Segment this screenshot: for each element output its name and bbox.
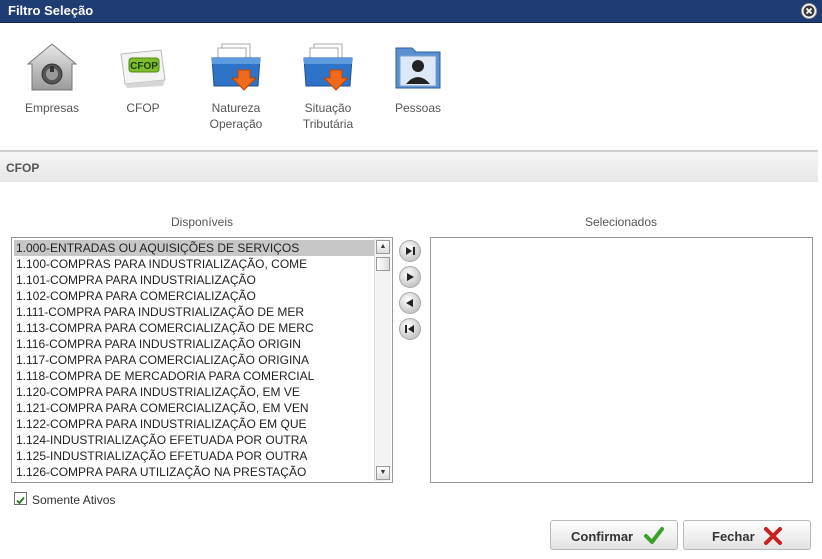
scroll-up-icon[interactable]: ▲: [376, 240, 390, 254]
available-header: Disponíveis: [170, 215, 234, 229]
check-icon: [644, 527, 664, 544]
folder-download-icon: [300, 40, 356, 96]
toolbar-label-cfop: CFOP: [126, 101, 160, 115]
close-button-label: Fechar: [712, 529, 755, 544]
list-item[interactable]: 1.124-INDUSTRIALIZAÇÃO EFETUADA POR OUTR…: [14, 432, 374, 448]
confirm-button-label: Confirmar: [571, 529, 634, 544]
scroll-down-icon[interactable]: ▼: [376, 466, 390, 480]
section-header: CFOP: [0, 150, 818, 182]
list-item[interactable]: 1.000-ENTRADAS OU AQUISIÇÕES DE SERVIÇOS: [14, 240, 374, 256]
list-item[interactable]: 1.102-COMPRA PARA COMERCIALIZAÇÃO: [14, 288, 374, 304]
list-item[interactable]: 1.126-COMPRA PARA UTILIZAÇÃO NA PRESTAÇÃ…: [14, 464, 374, 480]
folder-download-icon: [208, 40, 264, 96]
toolbar-label-natureza-operacao: Natureza Operação: [209, 101, 263, 131]
selected-header: Selecionados: [584, 215, 658, 229]
checkmark-icon: [16, 496, 25, 505]
list-item[interactable]: 1.111-COMPRA PARA INDUSTRIALIZAÇÃO DE ME…: [14, 304, 374, 320]
lock-building-icon: [24, 40, 80, 96]
close-window-icon[interactable]: [801, 3, 817, 19]
toolbar-label-empresas: Empresas: [24, 101, 80, 115]
toolbar-situacao-tributaria[interactable]: Situação Tributária: [288, 40, 368, 132]
confirm-button[interactable]: Confirmar: [550, 520, 678, 550]
somente-ativos-label: Somente Ativos: [32, 493, 116, 507]
list-item[interactable]: 1.116-COMPRA PARA INDUSTRIALIZAÇÃO ORIGI…: [14, 336, 374, 352]
close-button[interactable]: Fechar: [683, 520, 811, 550]
list-item[interactable]: 1.122-COMPRA PARA INDUSTRIALIZAÇÃO EM QU…: [14, 416, 374, 432]
list-item[interactable]: 1.117-COMPRA PARA COMERCIALIZAÇÃO ORIGIN…: [14, 352, 374, 368]
title-bar: Filtro Seleção: [0, 0, 822, 23]
list-item[interactable]: 1.113-COMPRA PARA COMERCIALIZAÇÃO DE MER…: [14, 320, 374, 336]
section-title: CFOP: [6, 161, 40, 175]
move-right-button[interactable]: [399, 266, 421, 288]
list-item[interactable]: 1.118-COMPRA DE MERCADORIA PARA COMERCIA…: [14, 368, 374, 384]
selected-listbox[interactable]: [430, 237, 813, 483]
person-folder-icon: [390, 40, 446, 96]
list-item[interactable]: 1.100-COMPRAS PARA INDUSTRIALIZAÇÃO, COM…: [14, 256, 374, 272]
toolbar-pessoas[interactable]: Pessoas: [378, 40, 458, 116]
move-all-left-button[interactable]: [399, 318, 421, 340]
move-all-right-button[interactable]: [399, 240, 421, 262]
available-listbox[interactable]: 1.000-ENTRADAS OU AQUISIÇÕES DE SERVIÇOS…: [11, 237, 393, 483]
x-icon: [764, 527, 782, 545]
list-item[interactable]: 1.120-COMPRA PARA INDUSTRIALIZAÇÃO, EM V…: [14, 384, 374, 400]
toolbar-cfop[interactable]: CFOP CFOP: [103, 40, 183, 116]
svg-text:CFOP: CFOP: [130, 61, 158, 72]
somente-ativos-checkbox[interactable]: [14, 492, 27, 505]
move-all-right-icon: [406, 247, 415, 255]
list-item[interactable]: 1.125-INDUSTRIALIZAÇÃO EFETUADA POR OUTR…: [14, 448, 374, 464]
toolbar-natureza-operacao[interactable]: Natureza Operação: [196, 40, 276, 132]
move-right-icon: [407, 273, 414, 281]
list-item[interactable]: 1.121-COMPRA PARA COMERCIALIZAÇÃO, EM VE…: [14, 400, 374, 416]
toolbar-label-situacao-tributaria: Situação Tributária: [302, 101, 354, 131]
window-title: Filtro Seleção: [8, 3, 94, 18]
list-item[interactable]: 1.101-COMPRA PARA INDUSTRIALIZAÇÃO: [14, 272, 374, 288]
move-left-button[interactable]: [399, 292, 421, 314]
available-scrollbar[interactable]: ▲ ▼: [374, 239, 391, 481]
move-left-icon: [406, 299, 413, 307]
move-all-left-icon: [405, 325, 414, 333]
available-list: 1.000-ENTRADAS OU AQUISIÇÕES DE SERVIÇOS…: [14, 240, 374, 480]
cfop-icon: CFOP: [115, 40, 171, 96]
scroll-thumb[interactable]: [376, 257, 390, 271]
toolbar-empresas[interactable]: Empresas: [12, 40, 92, 116]
toolbar-label-pessoas: Pessoas: [394, 101, 442, 115]
